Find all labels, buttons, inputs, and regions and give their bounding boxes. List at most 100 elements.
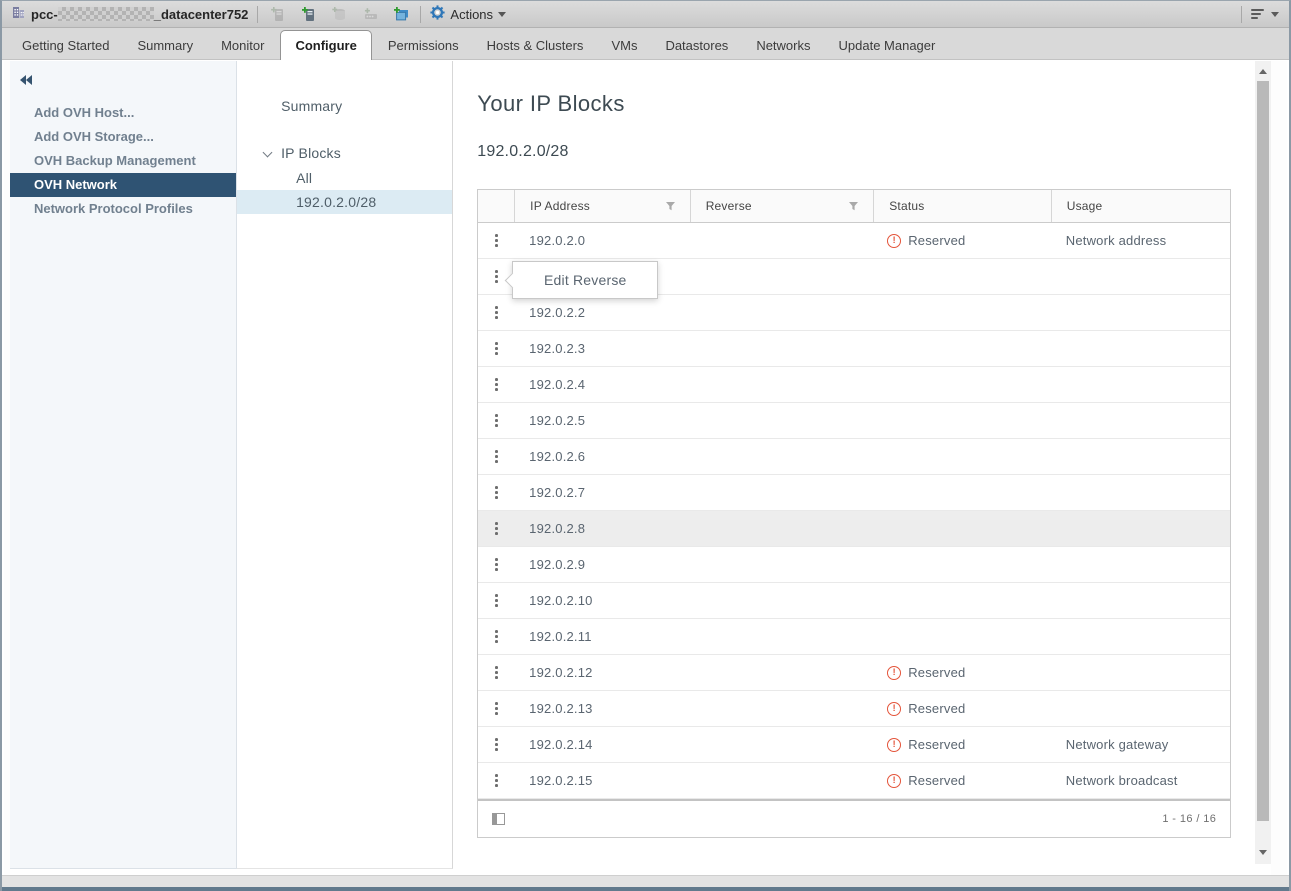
- tab-vms[interactable]: VMs: [597, 33, 651, 59]
- row-kebab-menu-button[interactable]: [478, 630, 514, 643]
- row-kebab-menu-button[interactable]: [478, 414, 514, 427]
- tree-item-summary[interactable]: Summary: [237, 93, 452, 119]
- sidebar-item-add-ovh-host[interactable]: Add OVH Host...: [10, 101, 236, 125]
- filter-funnel-icon[interactable]: [848, 201, 859, 211]
- kebab-icon: [495, 306, 498, 319]
- redacted-title-segment: [58, 7, 154, 21]
- tree-item-label: All: [296, 170, 312, 186]
- tree-item-ip-blocks[interactable]: IP Blocks: [237, 140, 452, 166]
- new-vm-folder-icon[interactable]: [391, 4, 411, 24]
- window-menu: [1232, 6, 1279, 23]
- column-header-usage[interactable]: Usage: [1051, 190, 1231, 222]
- row-kebab-menu-button[interactable]: [478, 378, 514, 391]
- column-header-reverse[interactable]: Reverse: [690, 190, 874, 222]
- row-kebab-menu-button[interactable]: [478, 774, 514, 787]
- column-header-status[interactable]: Status: [873, 190, 1051, 222]
- reserved-status-icon: !: [887, 702, 901, 716]
- status-label: Reserved: [908, 773, 965, 788]
- row-kebab-menu-button[interactable]: [478, 450, 514, 463]
- add-host-icon[interactable]: [298, 4, 318, 24]
- table-row[interactable]: 192.0.2.9: [478, 547, 1230, 583]
- list-menu-icon: [1251, 9, 1264, 19]
- cell-ip-address: 192.0.2.0: [514, 233, 690, 248]
- row-kebab-menu-button[interactable]: [478, 342, 514, 355]
- toolbar-separator: [1241, 6, 1242, 23]
- cell-ip-address: 192.0.2.13: [514, 701, 690, 716]
- tab-getting-started[interactable]: Getting Started: [8, 33, 123, 59]
- tab-configure[interactable]: Configure: [280, 30, 371, 60]
- page-subtitle: 192.0.2.0/28: [477, 143, 1255, 161]
- filter-funnel-icon[interactable]: [665, 201, 676, 211]
- tab-bar: Getting StartedSummaryMonitorConfigurePe…: [2, 28, 1289, 60]
- tree-item-all[interactable]: All: [237, 166, 452, 190]
- table-row[interactable]: 192.0.2.0!ReservedNetwork address: [478, 223, 1230, 259]
- scroll-down-button[interactable]: [1255, 844, 1271, 860]
- table-row[interactable]: 192.0.2.3: [478, 331, 1230, 367]
- kebab-icon: [495, 774, 498, 787]
- page-title: Your IP Blocks: [477, 91, 1255, 117]
- cell-ip-address: 192.0.2.5: [514, 413, 690, 428]
- tab-networks[interactable]: Networks: [742, 33, 824, 59]
- scroll-up-button[interactable]: [1255, 63, 1271, 79]
- tab-summary[interactable]: Summary: [123, 33, 207, 59]
- chevron-down-icon[interactable]: [263, 148, 273, 158]
- sidebar-collapse-button[interactable]: [10, 69, 236, 91]
- sidebar-item-ovh-backup-management[interactable]: OVH Backup Management: [10, 149, 236, 173]
- tab-datastores[interactable]: Datastores: [651, 33, 742, 59]
- kebab-icon: [495, 630, 498, 643]
- table-row[interactable]: 192.0.2.10: [478, 583, 1230, 619]
- kebab-icon: [495, 414, 498, 427]
- vertical-scrollbar[interactable]: [1255, 61, 1271, 864]
- row-kebab-menu-button[interactable]: [478, 522, 514, 535]
- table-row[interactable]: 192.0.2.4: [478, 367, 1230, 403]
- triangle-up-icon: [1259, 69, 1267, 74]
- sidebar-item-ovh-network[interactable]: OVH Network: [10, 173, 236, 197]
- add-device-disabled-icon[interactable]: [360, 4, 380, 24]
- table-row[interactable]: 192.0.2.5: [478, 403, 1230, 439]
- table-row[interactable]: 192.0.2.14!ReservedNetwork gateway: [478, 727, 1230, 763]
- row-kebab-menu-button[interactable]: [478, 738, 514, 751]
- tab-monitor[interactable]: Monitor: [207, 33, 278, 59]
- object-title: pcc-_datacenter752: [11, 5, 248, 23]
- edit-reverse-menu-item[interactable]: Edit Reverse: [544, 272, 627, 288]
- column-header-ip-address[interactable]: IP Address: [514, 190, 690, 222]
- table-row[interactable]: 192.0.2.2: [478, 295, 1230, 331]
- right-gutter: [1271, 61, 1287, 876]
- row-kebab-menu-button[interactable]: [478, 666, 514, 679]
- table-row[interactable]: 192.0.2.15!ReservedNetwork broadcast: [478, 763, 1230, 799]
- scrollbar-thumb[interactable]: [1257, 81, 1269, 821]
- table-row[interactable]: 192.0.2.6: [478, 439, 1230, 475]
- tab-update-manager[interactable]: Update Manager: [825, 33, 950, 59]
- row-kebab-menu-button[interactable]: [478, 594, 514, 607]
- tree-item-192-0-2-0-28[interactable]: 192.0.2.0/28: [237, 190, 452, 214]
- row-kebab-menu-button[interactable]: [478, 558, 514, 571]
- column-settings-icon[interactable]: [492, 813, 505, 825]
- main-panel: Your IP Blocks 192.0.2.0/28 IP AddressRe…: [453, 61, 1255, 876]
- tab-permissions[interactable]: Permissions: [374, 33, 473, 59]
- table-row[interactable]: 192.0.2.13!Reserved: [478, 691, 1230, 727]
- actions-label: Actions: [450, 7, 493, 22]
- cell-ip-address: 192.0.2.11: [514, 629, 690, 644]
- reserved-status-icon: !: [887, 234, 901, 248]
- list-menu-button[interactable]: [1251, 9, 1279, 19]
- tab-hosts-clusters[interactable]: Hosts & Clusters: [473, 33, 598, 59]
- add-host-disabled-icon[interactable]: [267, 4, 287, 24]
- add-cluster-disabled-icon[interactable]: [329, 4, 349, 24]
- triangle-down-icon: [1259, 850, 1267, 855]
- cell-usage: Network gateway: [1051, 737, 1231, 752]
- cell-ip-address: 192.0.2.12: [514, 665, 690, 680]
- cell-ip-address: 192.0.2.8: [514, 521, 690, 536]
- row-kebab-menu-button[interactable]: [478, 486, 514, 499]
- table-row[interactable]: 192.0.2.11: [478, 619, 1230, 655]
- sidebar-item-add-ovh-storage[interactable]: Add OVH Storage...: [10, 125, 236, 149]
- row-kebab-menu-button[interactable]: [478, 702, 514, 715]
- actions-button[interactable]: Actions: [430, 5, 506, 23]
- table-row[interactable]: 192.0.2.8: [478, 511, 1230, 547]
- table-row[interactable]: 192.0.2.12!Reserved: [478, 655, 1230, 691]
- content-area: Add OVH Host...Add OVH Storage...OVH Bac…: [4, 61, 1287, 876]
- row-kebab-menu-button[interactable]: [478, 306, 514, 319]
- sidebar-item-network-protocol-profiles[interactable]: Network Protocol Profiles: [10, 197, 236, 221]
- row-kebab-menu-button[interactable]: [478, 234, 514, 247]
- ip-blocks-tree-panel: Summary IP Blocks All 192.0.2.0/28: [237, 61, 453, 869]
- table-row[interactable]: 192.0.2.7: [478, 475, 1230, 511]
